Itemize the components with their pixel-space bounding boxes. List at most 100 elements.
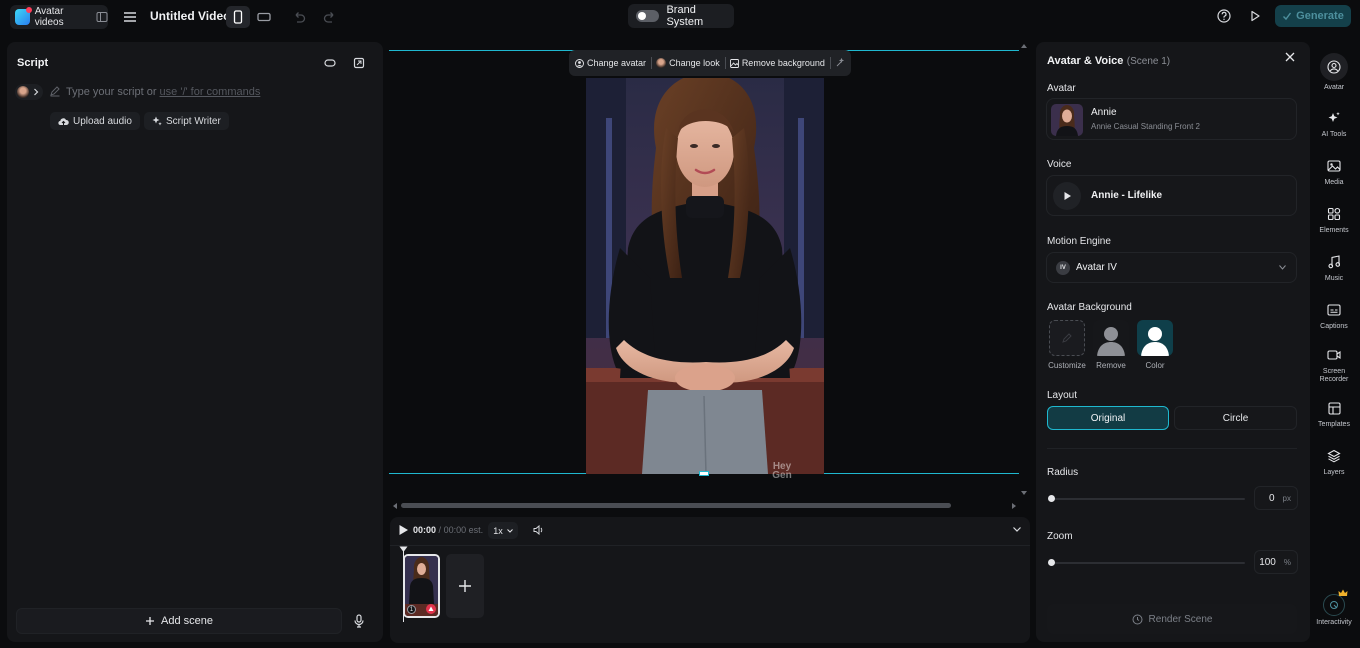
voice-play-button[interactable]: [1053, 182, 1081, 210]
voice-card[interactable]: Annie - Lifelike: [1046, 175, 1297, 216]
redo-icon[interactable]: [320, 7, 340, 27]
portrait-icon[interactable]: [226, 6, 250, 28]
scene-thumbnail[interactable]: 1: [403, 554, 440, 618]
nav-avatar[interactable]: Avatar: [1313, 53, 1355, 92]
script-input[interactable]: Type your script or use '/' for commands: [66, 86, 260, 98]
divider: [1047, 448, 1297, 449]
warning-icon: [426, 604, 436, 614]
nav-interactivity-label: Interactivity: [1316, 619, 1352, 626]
nav-ai-tools[interactable]: AI Tools: [1313, 108, 1355, 139]
add-scene-tile[interactable]: [446, 554, 484, 618]
nav-templates-label: Templates: [1318, 421, 1350, 428]
radius-slider-thumb[interactable]: [1048, 495, 1055, 502]
preview-play-icon[interactable]: [1245, 6, 1265, 26]
undo-icon[interactable]: [289, 7, 309, 27]
app-switcher[interactable]: Avatar videos: [10, 5, 108, 29]
radius-value: 0: [1268, 492, 1275, 504]
voice-selector[interactable]: [15, 84, 43, 100]
play-button[interactable]: [398, 524, 409, 536]
layout-section-label: Layout: [1047, 390, 1078, 401]
zoom-slider-track[interactable]: [1049, 562, 1245, 564]
collapse-icon[interactable]: [320, 53, 340, 73]
bg-color-option[interactable]: [1137, 320, 1173, 356]
radius-input[interactable]: 0 px: [1254, 486, 1298, 510]
zoom-unit: %: [1283, 557, 1291, 567]
generate-check-icon: [1282, 11, 1292, 21]
avatar-nav-icon: [1320, 53, 1348, 81]
motion-badge: IV: [1056, 261, 1070, 275]
render-scene-label: Render Scene: [1148, 613, 1213, 625]
upload-audio-label: Upload audio: [73, 115, 132, 127]
layout-circle-button[interactable]: Circle: [1174, 406, 1297, 430]
video-camera-icon: [1324, 345, 1344, 365]
change-look-button[interactable]: Change look: [656, 58, 720, 68]
zoom-input[interactable]: 100 %: [1254, 550, 1298, 574]
add-scene-button[interactable]: Add scene: [16, 608, 342, 634]
script-writer-button[interactable]: Script Writer: [144, 112, 229, 130]
close-icon[interactable]: [1285, 52, 1295, 62]
voice-name: Annie - Lifelike: [1091, 190, 1163, 201]
nav-media[interactable]: Media: [1313, 156, 1355, 187]
aspect-ratio-toggle: [226, 6, 278, 28]
radius-unit: px: [1282, 493, 1291, 503]
avatar-card[interactable]: Annie Annie Casual Standing Front 2: [1046, 98, 1297, 140]
chevron-down-icon: [1279, 265, 1286, 270]
commands-hint: use '/' for commands: [159, 86, 261, 98]
scroll-right-icon[interactable]: [1011, 502, 1017, 510]
speed-select[interactable]: 1x: [488, 522, 518, 539]
menu-icon[interactable]: [120, 7, 140, 27]
horizontal-scrollbar[interactable]: [401, 503, 951, 508]
render-scene-button[interactable]: Render Scene: [1047, 604, 1297, 634]
avatar-video-frame[interactable]: [586, 78, 824, 474]
plus-icon: [459, 580, 471, 592]
brand-system-label: Brand System: [666, 4, 704, 28]
nav-layers-label: Layers: [1323, 469, 1345, 476]
change-avatar-button[interactable]: Change avatar: [575, 58, 646, 68]
zoom-slider-thumb[interactable]: [1048, 559, 1055, 566]
expand-panel-icon[interactable]: [349, 53, 369, 73]
total-time: 00:00 est.: [443, 525, 484, 535]
voice-section-label: Voice: [1047, 159, 1072, 170]
radius-slider-track[interactable]: [1049, 498, 1245, 500]
avatar-section-label: Avatar: [1047, 83, 1076, 94]
scroll-down-icon[interactable]: [1020, 490, 1028, 496]
top-bar: Avatar videos Untitled Video Brand Syste…: [0, 0, 1360, 34]
nav-captions[interactable]: Captions: [1313, 300, 1355, 331]
play-icon: [399, 525, 408, 535]
nav-music[interactable]: Music: [1313, 252, 1355, 283]
pencil-icon: [1062, 333, 1072, 343]
remove-background-button[interactable]: Remove background: [729, 58, 825, 68]
chevron-right-icon: [34, 88, 39, 96]
avatar-thumbnail: [17, 86, 29, 98]
bg-section-label: Avatar Background: [1047, 302, 1132, 313]
change-avatar-label: Change avatar: [587, 58, 647, 68]
scroll-up-icon[interactable]: [1020, 43, 1028, 49]
bg-remove-label: Remove: [1096, 361, 1126, 370]
nav-elements[interactable]: Elements: [1313, 204, 1355, 235]
script-placeholder: Type your script or: [66, 86, 157, 98]
motion-engine-select[interactable]: IV Avatar IV: [1046, 252, 1297, 283]
person-silhouette-icon: [1097, 327, 1125, 356]
microphone-icon[interactable]: [349, 611, 369, 631]
scroll-left-icon[interactable]: [392, 502, 398, 510]
layout-original-button[interactable]: Original: [1047, 406, 1169, 430]
magic-icon[interactable]: [835, 58, 845, 68]
project-title[interactable]: Untitled Video: [150, 9, 230, 23]
nav-layers[interactable]: Layers: [1313, 446, 1355, 477]
generate-button[interactable]: Generate: [1275, 5, 1351, 27]
panel-header: Avatar & Voice (Scene 1): [1047, 53, 1170, 67]
bg-remove-option[interactable]: [1093, 320, 1129, 356]
resize-handle[interactable]: [699, 471, 709, 476]
volume-icon[interactable]: [533, 525, 544, 535]
landscape-icon[interactable]: [252, 6, 276, 28]
nav-interactivity[interactable]: Interactivity: [1313, 589, 1355, 627]
sidebar-toggle-icon[interactable]: [95, 10, 108, 24]
upload-audio-button[interactable]: Upload audio: [50, 112, 140, 130]
help-icon[interactable]: [1214, 6, 1234, 26]
bg-customize-option[interactable]: [1049, 320, 1085, 356]
nav-screen-recorder[interactable]: Screen Recorder: [1313, 345, 1355, 384]
toggle-switch[interactable]: [636, 10, 660, 22]
collapse-timeline-icon[interactable]: [1013, 527, 1021, 532]
brand-system-toggle[interactable]: Brand System: [628, 4, 734, 28]
nav-templates[interactable]: Templates: [1313, 398, 1355, 429]
